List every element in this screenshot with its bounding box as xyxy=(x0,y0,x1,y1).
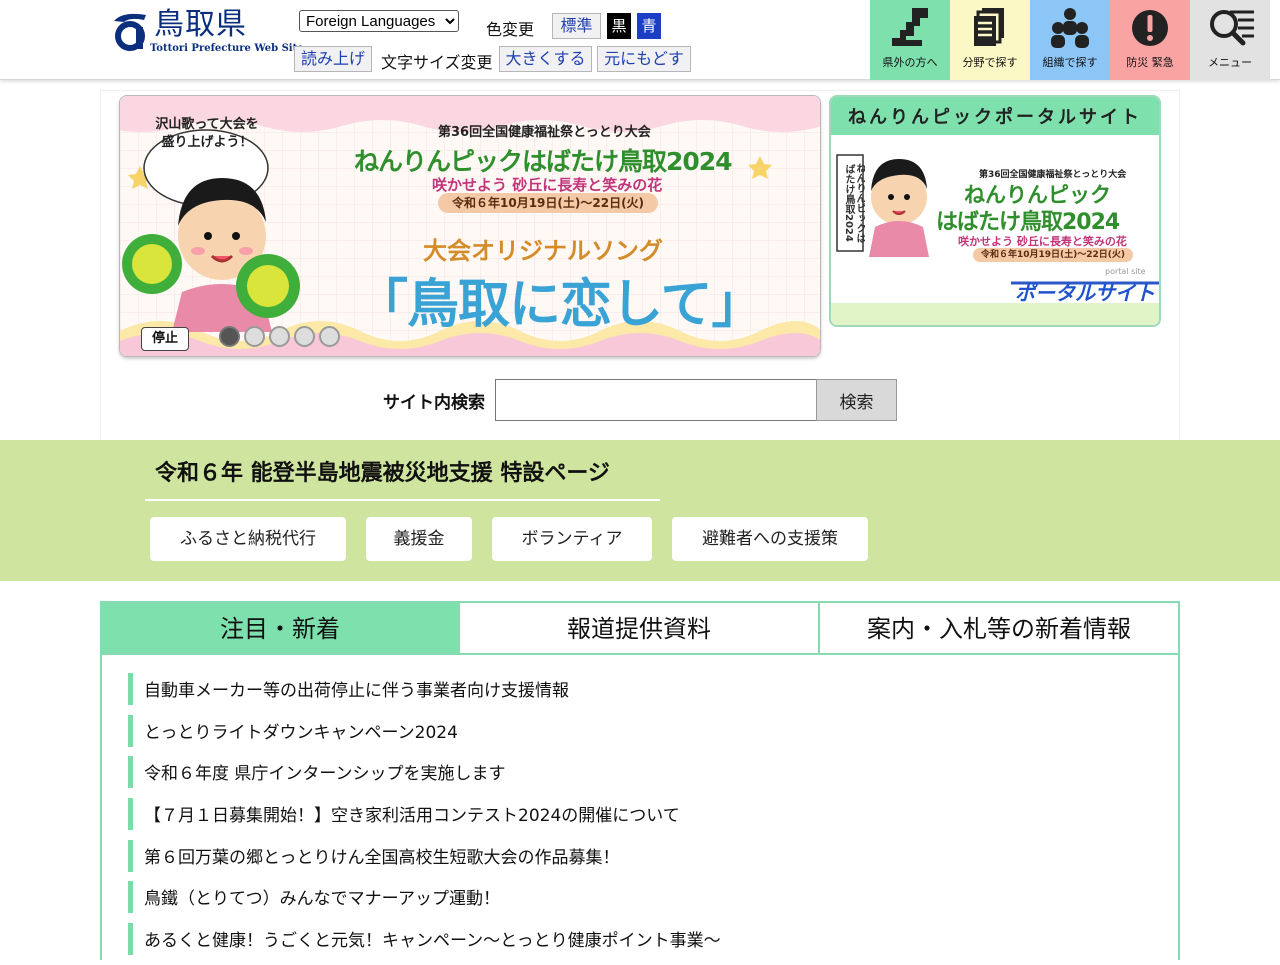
color-blue-button[interactable]: 青 xyxy=(637,13,661,39)
noto-donation-button[interactable]: 義援金 xyxy=(366,517,472,561)
portal-small-label: portal site xyxy=(1105,267,1146,276)
nav-tile-outside-prefecture[interactable]: 県外の方へ xyxy=(870,0,950,80)
song-label: 大会オリジナルソング xyxy=(423,237,663,265)
news-link[interactable]: 鳥鐵（とりてつ）みんなでマナーアップ運動！ xyxy=(144,884,500,909)
bubble-line-2: 盛り上げよう！ xyxy=(161,135,253,150)
list-bullet-bar xyxy=(128,798,133,831)
font-reset-button[interactable]: 元にもどす xyxy=(597,46,691,72)
tab-press-releases[interactable]: 報道提供資料 xyxy=(460,603,820,655)
read-aloud-button[interactable]: 読み上げ xyxy=(294,46,372,72)
nav-tile-by-field[interactable]: 分野で探す xyxy=(950,0,1030,80)
nav-tile-menu[interactable]: メニュー xyxy=(1190,0,1270,80)
color-black-button[interactable]: 黒 xyxy=(607,13,631,39)
list-bullet-bar xyxy=(128,839,133,872)
portal-slogan: 咲かせよう 砂丘に長寿と笑みの花 xyxy=(958,235,1127,248)
site-search-button[interactable]: 検索 xyxy=(816,379,897,421)
list-item: とっとりライトダウンキャンペーン2024 xyxy=(128,714,1168,757)
list-bullet-bar xyxy=(128,673,133,705)
noto-support-title[interactable]: 令和６年 能登半島地震被災地支援 特設ページ xyxy=(145,440,660,501)
noto-support-section: 令和６年 能登半島地震被災地支援 特設ページ ふるさと納税代行 義援金 ボランテ… xyxy=(0,440,1280,581)
list-bullet-bar xyxy=(128,881,133,914)
tottori-logo-icon xyxy=(114,13,146,51)
list-item: 第６回万葉の郷とっとりけん全国高校生短歌大会の作品募集！ xyxy=(128,839,1168,882)
logo-name: 鳥取県 xyxy=(154,7,247,42)
noto-volunteer-button[interactable]: ボランティア xyxy=(492,517,652,561)
nav-tile-disaster-emergency[interactable]: 防災 緊急 xyxy=(1110,0,1190,80)
language-select[interactable]: Foreign Languages xyxy=(299,10,459,32)
color-change-label: 色変更 xyxy=(486,20,535,39)
nav-tile-label: 組織で探す xyxy=(1042,56,1098,69)
list-item: 【７月１日募集開始！】空き家利活用コンテスト2024の開催について xyxy=(128,798,1168,840)
nav-tile-label: 分野で探す xyxy=(962,56,1018,69)
portal-dates: 令和６年10月19日(土)〜22日(火) xyxy=(973,248,1134,262)
noto-hometown-tax-button[interactable]: ふるさと納税代行 xyxy=(150,517,346,561)
list-bullet-bar xyxy=(128,714,133,747)
nav-tile-label: メニュー xyxy=(1208,56,1252,69)
nav-tile-label: 防災 緊急 xyxy=(1126,56,1174,69)
news-panel: 注目・新着 報道提供資料 案内・入札等の新着情報 自動車メーカー等の出荷停止に伴… xyxy=(100,601,1180,960)
slider-dot[interactable] xyxy=(244,326,265,347)
event-slider[interactable]: 沢山歌って大会を 盛り上げよう！ 第36回全国健康福祉祭とっとり大会 ねんりんピ… xyxy=(119,95,821,357)
people-icon xyxy=(1051,8,1089,48)
news-link[interactable]: 第６回万葉の郷とっとりけん全国高校生短歌大会の作品募集！ xyxy=(144,843,620,868)
nenrinpic-portal-banner[interactable]: ねんりんピックポータルサイト 第36回全国健康福祉祭とっとり大会 ねんりんピック… xyxy=(829,95,1161,327)
news-link[interactable]: とっとりライトダウンキャンペーン2024 xyxy=(144,718,458,743)
slider-stop-button[interactable]: 停止 xyxy=(141,327,189,351)
site-search-label: サイト内検索 xyxy=(383,393,485,413)
tab-featured-new[interactable]: 注目・新着 xyxy=(102,603,460,655)
slider-dot[interactable] xyxy=(319,326,340,347)
portal-side-banner: ねんりんピックはばたけ鳥取2024 xyxy=(843,163,865,243)
map-icon xyxy=(892,8,928,46)
nav-tile-label: 県外の方へ xyxy=(882,56,938,69)
event-top-line: 第36回全国健康福祉祭とっとり大会 xyxy=(438,125,651,140)
news-link[interactable]: 令和６年度 県庁インターンシップを実施します xyxy=(144,759,506,784)
alert-icon xyxy=(1132,10,1168,46)
bubble-line-1: 沢山歌って大会を xyxy=(155,117,259,132)
event-slogan: 咲かせよう 砂丘に長寿と笑みの花 xyxy=(432,176,663,194)
noto-evacuee-support-button[interactable]: 避難者への支援策 xyxy=(672,517,868,561)
song-title: 「鳥取に恋して」 xyxy=(356,275,763,335)
list-item: 自動車メーカー等の出荷停止に伴う事業者向け支援情報 xyxy=(128,673,1168,715)
list-item: 鳥鐵（とりてつ）みんなでマナーアップ運動！ xyxy=(128,881,1168,923)
news-list: 自動車メーカー等の出荷停止に伴う事業者向け支援情報 とっとりライトダウンキャンペ… xyxy=(128,673,1168,965)
event-title: ねんりんピックはばたけ鳥取2024 xyxy=(354,147,733,176)
documents-icon xyxy=(974,8,1004,46)
nav-tile-by-organization[interactable]: 組織で探す xyxy=(1030,0,1110,80)
portal-site-label: ポータルサイト xyxy=(1015,281,1155,305)
logo-subtitle: Tottori Prefecture Web Site xyxy=(150,43,304,54)
news-link[interactable]: 自動車メーカー等の出荷停止に伴う事業者向け支援情報 xyxy=(144,676,569,701)
menu-search-icon xyxy=(1210,10,1254,46)
site-header: 鳥取県 Tottori Prefecture Web Site Foreign … xyxy=(0,0,1280,80)
font-size-label: 文字サイズ変更 xyxy=(381,53,493,72)
slider-dot-active[interactable] xyxy=(219,326,240,347)
event-dates: 令和６年10月19日(土)〜22日(火) xyxy=(438,193,659,213)
tab-notices-bids[interactable]: 案内・入札等の新着情報 xyxy=(820,603,1178,655)
slider-dot[interactable] xyxy=(294,326,315,347)
portal-heading: ねんりんピックポータルサイト xyxy=(831,97,1159,135)
list-item: 令和６年度 県庁インターンシップを実施します xyxy=(128,756,1168,798)
color-standard-button[interactable]: 標準 xyxy=(552,13,601,39)
list-item: あるくと健康！うごくと元気！キャンペーン～とっとり健康ポイント事業～ xyxy=(128,923,1168,965)
news-link[interactable]: 【７月１日募集開始！】空き家利活用コンテスト2024の開催について xyxy=(144,801,680,826)
site-logo[interactable]: 鳥取県 Tottori Prefecture Web Site xyxy=(108,6,304,60)
site-search-input[interactable] xyxy=(495,379,817,421)
list-bullet-bar xyxy=(128,756,133,789)
portal-title-line2: はばたけ鳥取2024 xyxy=(936,210,1120,235)
news-link[interactable]: あるくと健康！うごくと元気！キャンペーン～とっとり健康ポイント事業～ xyxy=(144,926,721,951)
list-bullet-bar xyxy=(128,923,133,956)
slider-dot[interactable] xyxy=(269,326,290,347)
font-larger-button[interactable]: 大きくする xyxy=(499,46,592,72)
